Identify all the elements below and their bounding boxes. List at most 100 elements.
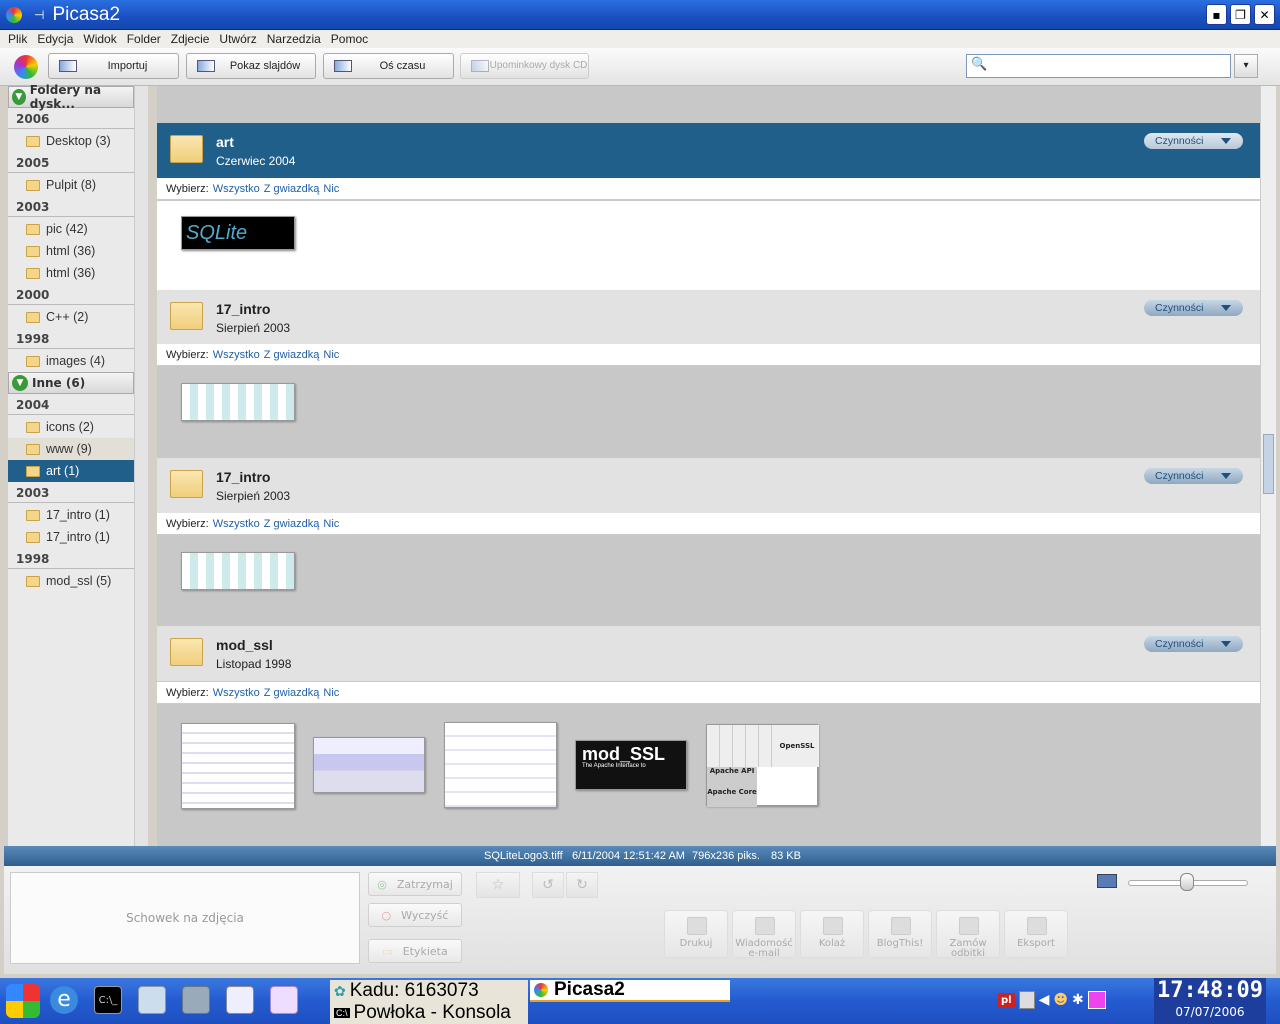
photo-thumbnail-sqlite[interactable]: SQLite (181, 216, 295, 250)
task-picasa[interactable]: Picasa2 (530, 980, 730, 1002)
folder-item-images[interactable]: images (4) (8, 350, 134, 372)
select-all-link[interactable]: Wszystko (213, 518, 260, 530)
settings-icon[interactable]: ✱ (1072, 992, 1084, 1008)
folder-header-17intro[interactable]: 17_intro Sierpień 2003 Czynności (157, 290, 1260, 345)
select-all-link[interactable]: Wszystko (213, 183, 260, 195)
menu-edycja[interactable]: Edycja (37, 32, 73, 46)
select-starred-link[interactable]: Z gwiazdką (264, 518, 320, 530)
actions-dropdown[interactable]: Czynności (1144, 468, 1243, 484)
close-button[interactable]: ✕ (1254, 4, 1275, 25)
actions-dropdown[interactable]: Czynności (1144, 300, 1243, 316)
menu-utworz[interactable]: Utwórz (219, 32, 256, 46)
label-button[interactable]: ▭ Etykieta (368, 939, 462, 963)
maximize-button[interactable]: ❐ (1230, 4, 1251, 25)
folder-header-modssl[interactable]: mod_ssl Listopad 1998 Czynności (157, 626, 1260, 681)
folder-item-desktop[interactable]: Desktop (3) (8, 130, 134, 152)
scrollbar-thumb[interactable] (1263, 434, 1274, 494)
zoom-slider-handle[interactable] (1180, 873, 1194, 891)
files-icon[interactable] (182, 986, 210, 1014)
folder-item-pic[interactable]: pic (42) (8, 218, 134, 240)
clock[interactable]: 17:48:09 07/07/2006 (1154, 978, 1266, 1024)
timeline-button[interactable]: Oś czasu (323, 53, 454, 79)
select-all-link[interactable]: Wszystko (213, 349, 260, 361)
pin-icon[interactable]: ⊣ (34, 8, 44, 22)
photo-thumbnail-modssl-logo[interactable]: mod_SSL The Apache Interface to (575, 740, 687, 790)
rotate-left-button[interactable]: ↺ (532, 872, 564, 898)
photo-strip (157, 367, 1260, 458)
rotate-right-button[interactable]: ↻ (566, 872, 598, 898)
star-button[interactable]: ☆ (476, 872, 520, 898)
group-other[interactable]: ▼ Inne (6) (8, 372, 134, 394)
select-none-link[interactable]: Nic (323, 687, 339, 699)
monitor-icon[interactable] (1087, 991, 1106, 1009)
folder-item-17intro[interactable]: 17_intro (1) (8, 504, 134, 526)
folder-item-art[interactable]: art (1) (8, 460, 134, 482)
folder-item-17intro[interactable]: 17_intro (1) (8, 526, 134, 548)
photo-thumbnail-diagram[interactable] (181, 383, 295, 421)
gift-cd-button[interactable]: Upominkowy dysk CD (460, 53, 589, 79)
email-button[interactable]: Wiadomość e-mail (732, 910, 796, 959)
task-kadu[interactable]: ✿ Kadu: 6163073 (330, 980, 528, 1002)
task-konsola[interactable]: C:\ Powłoka - Konsola (330, 1002, 528, 1024)
folder-icon (26, 245, 40, 257)
menu-folder[interactable]: Folder (127, 32, 161, 46)
console-icon[interactable]: C:\_ (94, 986, 122, 1014)
folder-item-html[interactable]: html (36) (8, 262, 134, 284)
select-all-link[interactable]: Wszystko (213, 687, 260, 699)
menu-pomoc[interactable]: Pomoc (331, 32, 368, 46)
select-none-link[interactable]: Nic (323, 349, 339, 361)
select-none-link[interactable]: Nic (323, 183, 339, 195)
print-button[interactable]: Drukuj (664, 910, 728, 958)
status-filename: SQLiteLogo3.tiff (484, 850, 563, 862)
network-icon[interactable] (138, 986, 166, 1014)
photo-thumbnail-layers[interactable] (313, 737, 425, 793)
collage-button[interactable]: Kolaż (800, 910, 864, 958)
picasa-home-icon[interactable] (14, 55, 38, 79)
actions-dropdown[interactable]: Czynności (1144, 636, 1243, 652)
menu-narzedzia[interactable]: Narzedzia (267, 32, 321, 46)
start-button[interactable] (6, 984, 40, 1018)
blog-button[interactable]: BlogThis! (868, 910, 932, 958)
folder-item-cpp[interactable]: C++ (2) (8, 306, 134, 328)
sidebar-scrollbar[interactable] (134, 86, 148, 846)
notepad-icon[interactable] (226, 986, 254, 1014)
clipboard-icon[interactable] (1018, 991, 1035, 1009)
folder-item-modssl[interactable]: mod_ssl (5) (8, 570, 134, 592)
stop-button[interactable]: ◎ Zatrzymaj (368, 872, 462, 896)
minimize-button[interactable]: ▪ (1206, 4, 1227, 25)
folder-header-art[interactable]: art Czerwiec 2004 Czynności (157, 123, 1260, 178)
clear-button[interactable]: ○ Wyczyść (368, 903, 462, 927)
order-prints-button[interactable]: Zamów odbitki (936, 910, 1000, 959)
menu-zdjecie[interactable]: Zdjecie (171, 32, 210, 46)
folder-item-www[interactable]: www (9) (8, 438, 134, 460)
folder-icon (26, 311, 40, 323)
photo-thumbnail-protocol[interactable] (181, 723, 295, 809)
internet-explorer-icon[interactable]: e (50, 986, 78, 1014)
butterfly-icon[interactable] (270, 986, 298, 1014)
folder-item-pulpit[interactable]: Pulpit (8) (8, 174, 134, 196)
photo-thumbnail-ssl-flow[interactable] (444, 722, 557, 808)
menu-plik[interactable]: Plik (8, 32, 27, 46)
select-starred-link[interactable]: Z gwiazdką (264, 183, 320, 195)
folder-header-17intro[interactable]: 17_intro Sierpień 2003 Czynności (157, 458, 1260, 513)
slideshow-button[interactable]: Pokaz slajdów (186, 53, 316, 79)
select-starred-link[interactable]: Z gwiazdką (264, 687, 320, 699)
select-none-link[interactable]: Nic (323, 518, 339, 530)
language-indicator[interactable]: pl (998, 992, 1015, 1008)
folder-item-icons[interactable]: icons (2) (8, 416, 134, 438)
menu-widok[interactable]: Widok (83, 32, 116, 46)
group-disk-folders[interactable]: ▼ Foldery na dysk... (8, 83, 134, 111)
photo-thumbnail-apache[interactable]: OpenSSL Apache API Apache Core (706, 724, 819, 807)
photo-thumbnail-diagram[interactable] (181, 552, 295, 590)
select-starred-link[interactable]: Z gwiazdką (264, 349, 320, 361)
actions-dropdown[interactable]: Czynności (1144, 133, 1243, 149)
search-input[interactable]: 🔍 (966, 54, 1231, 78)
export-button[interactable]: Eksport (1004, 910, 1068, 958)
search-options-button[interactable]: ▾ (1234, 54, 1258, 78)
user-icon[interactable]: ☻ (1053, 992, 1068, 1008)
volume-icon[interactable]: ◀ (1039, 992, 1050, 1008)
main-scrollbar[interactable] (1260, 86, 1276, 846)
folder-item-html[interactable]: html (36) (8, 240, 134, 262)
picasa-logo-icon (6, 6, 22, 23)
import-button[interactable]: Importuj (48, 53, 179, 79)
